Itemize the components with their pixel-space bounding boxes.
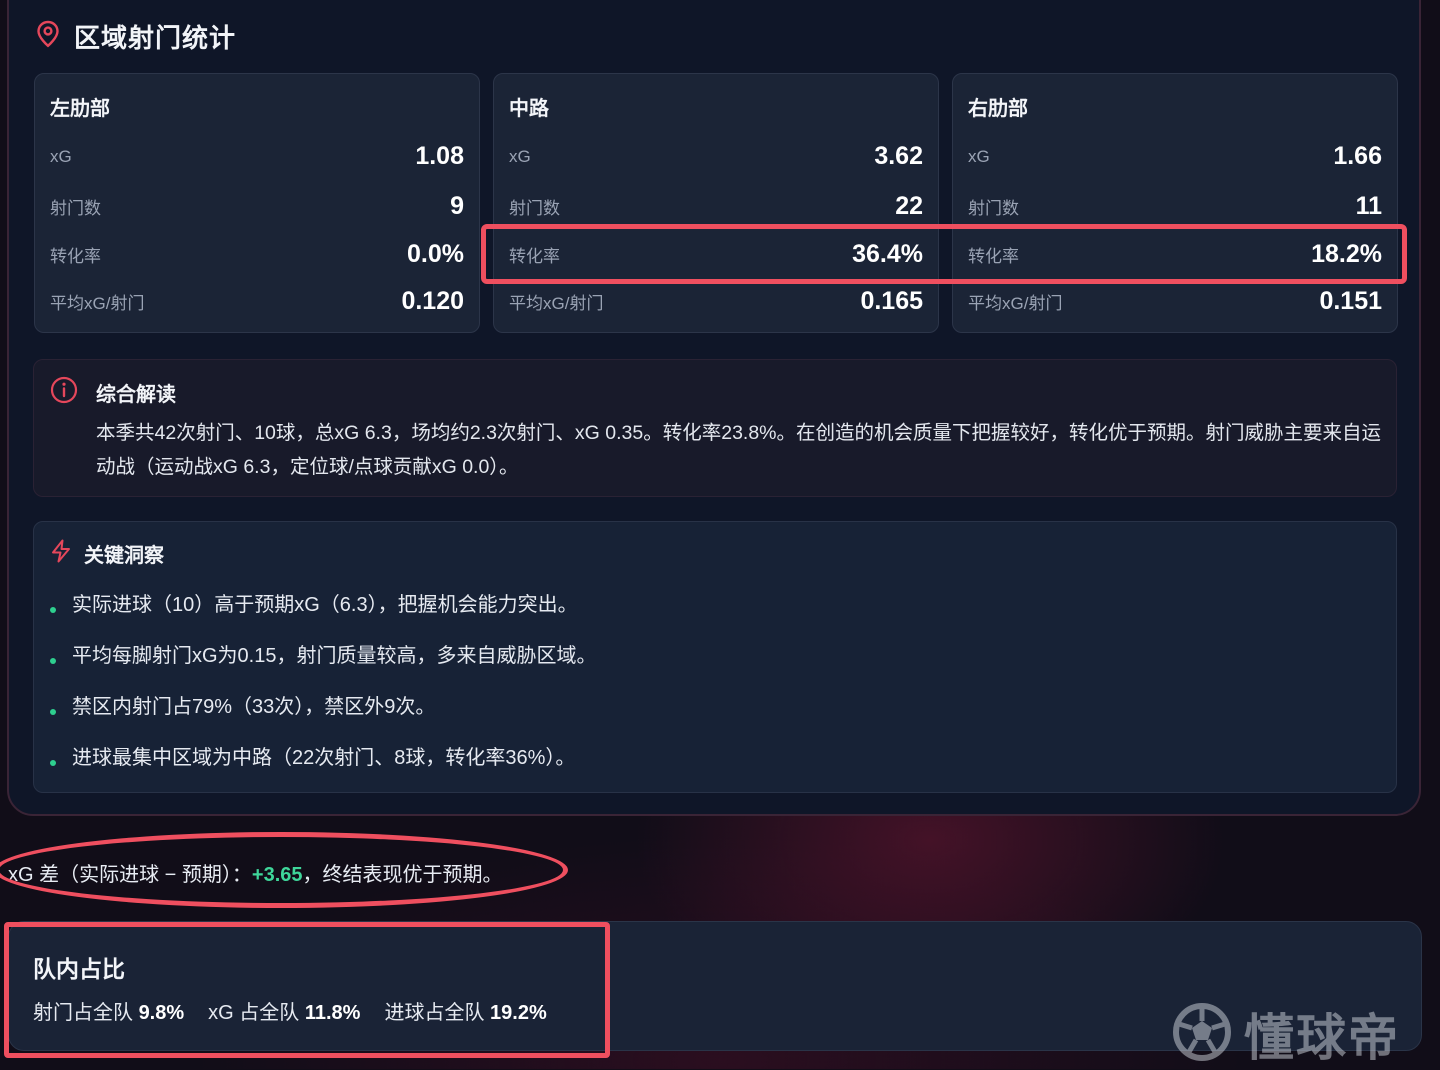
shots-value: 11 [1355, 192, 1382, 220]
info-circle-icon [50, 376, 78, 409]
map-pin-icon [36, 20, 60, 53]
avg-xg-label: 平均xG/射门 [968, 294, 1063, 313]
section-title: 区域射门统计 [74, 23, 237, 53]
bullet-dot [50, 708, 56, 715]
xg-label: xG [509, 146, 531, 166]
conversion-label: 转化率 [50, 247, 101, 266]
summary-card: 综合解读 本季共42次射门、10球，总xG 6.3，场均约2.3次射门、xG 0… [33, 359, 1397, 497]
shots-value: 22 [895, 192, 923, 220]
xg-value: 3.62 [874, 142, 923, 170]
xg-value: 1.66 [1333, 142, 1382, 170]
avg-xg-value: 0.165 [860, 287, 923, 315]
shots-label: 射门数 [50, 199, 101, 218]
xg-label: xG [50, 146, 72, 166]
zone-name: 中路 [509, 98, 549, 120]
zone-card-left-half: 左肋部 xG 1.08 射门数 9 转化率 0.0% 平均xG/射门 0.120 [34, 73, 480, 333]
summary-text: 本季共42次射门、10球，总xG 6.3，场均约2.3次射门、xG 0.35。转… [96, 422, 1382, 478]
xg-diff-highlight-ellipse [0, 832, 568, 908]
avg-xg-label: 平均xG/射门 [50, 294, 145, 313]
list-item: 禁区内射门占79%（33次），禁区外9次。 [50, 690, 435, 719]
section-header: 区域射门统计 [36, 18, 236, 55]
shots-label: 射门数 [968, 199, 1019, 218]
avg-xg-value: 0.151 [1319, 287, 1382, 315]
xg-label: xG [968, 146, 990, 166]
avg-xg-value: 0.120 [401, 287, 464, 315]
key-insights-card: 关键洞察 实际进球（10）高于预期xG（6.3），把握机会能力突出。 平均每脚射… [33, 521, 1397, 793]
football-logo-icon [1172, 1002, 1232, 1067]
watermark: 懂球帝 [1172, 998, 1400, 1070]
shots-value: 9 [450, 192, 464, 220]
list-item: 实际进球（10）高于预期xG（6.3），把握机会能力突出。 [50, 588, 578, 617]
lightning-icon [50, 539, 72, 568]
bullet-dot [50, 759, 56, 766]
xg-value: 1.08 [415, 142, 464, 170]
summary-title: 综合解读 [96, 384, 176, 406]
zone-name: 右肋部 [968, 98, 1028, 120]
shots-label: 射门数 [509, 199, 560, 218]
bullet-dot [50, 657, 56, 664]
watermark-text: 懂球帝 [1244, 1010, 1400, 1066]
insight-text: 禁区内射门占79%（33次），禁区外9次。 [72, 696, 436, 718]
avg-xg-label: 平均xG/射门 [509, 294, 604, 313]
conversion-value: 0.0% [407, 240, 464, 268]
list-item: 平均每脚射门xG为0.15，射门质量较高，多来自威胁区域。 [50, 639, 596, 668]
insight-text: 进球最集中区域为中路（22次射门、8球，转化率36%）。 [72, 747, 576, 769]
zone-card-center: 中路 xG 3.62 射门数 22 转化率 36.4% 平均xG/射门 0.165 [493, 73, 939, 333]
zone-name: 左肋部 [50, 98, 110, 120]
conversion-highlight-box [481, 224, 1407, 284]
insights-title: 关键洞察 [84, 545, 164, 567]
list-item: 进球最集中区域为中路（22次射门、8球，转化率36%）。 [50, 741, 575, 770]
zone-card-right-half: 右肋部 xG 1.66 射门数 11 转化率 18.2% 平均xG/射门 0.151 [952, 73, 1398, 333]
bullet-dot [50, 606, 56, 613]
insight-text: 实际进球（10）高于预期xG（6.3），把握机会能力突出。 [72, 594, 578, 616]
insight-text: 平均每脚射门xG为0.15，射门质量较高，多来自威胁区域。 [72, 645, 597, 667]
team-share-highlight-box [4, 922, 610, 1058]
